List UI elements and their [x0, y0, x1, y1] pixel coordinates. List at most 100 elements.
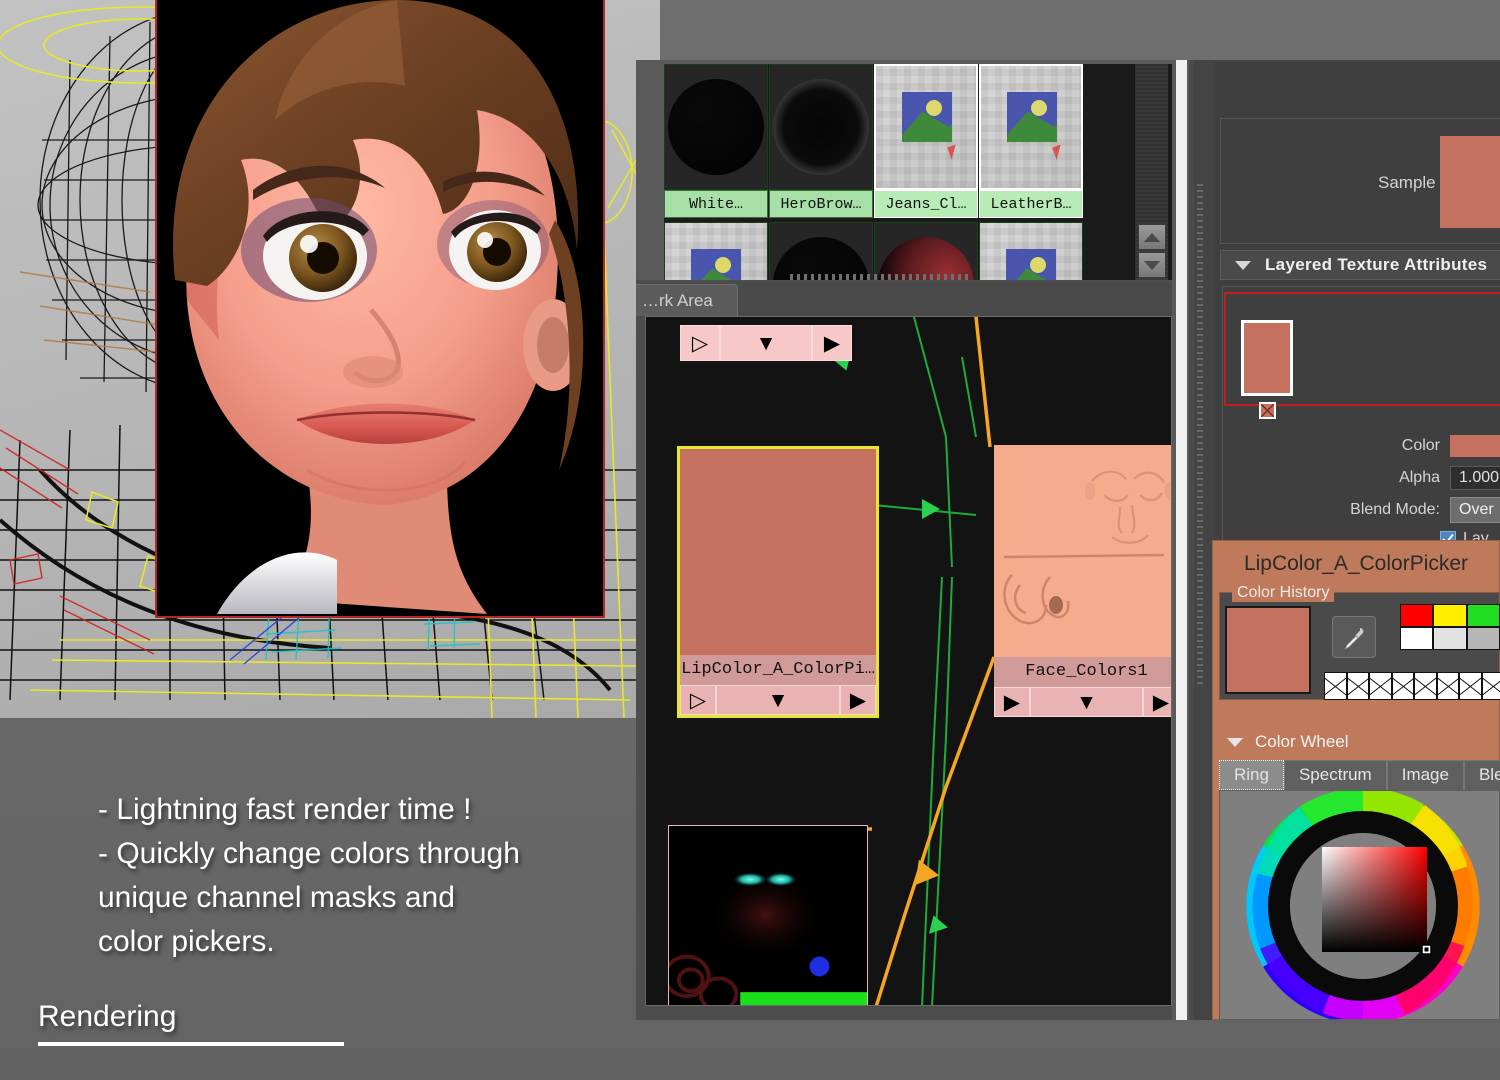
color-row[interactable]: Color [1330, 434, 1500, 458]
node-mask-texture[interactable] [668, 825, 868, 1005]
empty-swatch-x-icon[interactable] [1481, 672, 1500, 700]
tab-spectrum[interactable]: Spectrum [1283, 760, 1387, 790]
node-input-port-icon[interactable]: ▶ [812, 325, 852, 361]
color-history-legend: Color History [1232, 584, 1335, 602]
material-thumbnail[interactable] [664, 64, 768, 190]
material-swatch-cell[interactable]: LeatherB… [979, 64, 1083, 218]
palette-swatch[interactable] [1466, 604, 1500, 627]
eyedropper-icon[interactable] [1332, 616, 1376, 658]
material-name-label[interactable]: HeroBrow… [769, 190, 873, 218]
scroll-up-arrow-icon[interactable] [1138, 224, 1166, 250]
blend-mode-select[interactable]: Over [1450, 497, 1500, 523]
alpha-input[interactable]: 1.000 [1450, 466, 1500, 490]
color-swatch-field[interactable] [1450, 435, 1500, 457]
color-wheel-tabs[interactable]: RingSpectrumImageBle… [1219, 760, 1500, 790]
material-thumbnail[interactable] [874, 64, 978, 190]
tab-work-area[interactable]: …rk Area [636, 284, 738, 316]
cursor-icon [1052, 143, 1069, 160]
section-title: Layered Texture Attributes [1265, 255, 1488, 274]
slide-section-label: Rendering [38, 1000, 177, 1033]
collapse-arrow-down-icon[interactable]: ▼ [716, 685, 840, 715]
node-title: LipColor_A_ColorPi… [680, 655, 876, 685]
empty-swatch-x-icon[interactable] [1391, 672, 1414, 700]
blend-mode-label: Blend Mode: [1350, 501, 1440, 518]
node-face-colors1[interactable]: Face_Colors1 ▶ ▼ ▶ [994, 445, 1171, 717]
panel-divider-highlight [1176, 60, 1187, 1020]
material-swatch-cell[interactable] [664, 222, 768, 288]
material-thumbnail[interactable] [769, 64, 873, 190]
node-partial-top[interactable]: ▷ ▼ ▶ [680, 325, 852, 361]
material-swatch-cell[interactable]: Jeans_Cl… [874, 64, 978, 218]
empty-swatch-x-icon[interactable] [1436, 672, 1459, 700]
empty-color-slots[interactable] [1324, 672, 1500, 700]
material-thumbnail[interactable] [664, 222, 768, 288]
input-arrow-filled-icon[interactable]: ▶ [994, 687, 1030, 717]
material-swatch-cell[interactable]: White… [664, 64, 768, 218]
node-lipcolor-colorpicker[interactable]: LipColor_A_ColorPi… ▷ ▼ ▶ [677, 446, 879, 718]
output-arrow-filled-icon[interactable]: ▶ [1143, 687, 1171, 717]
node-swatch [680, 449, 876, 655]
node-title: Face_Colors1 [994, 657, 1171, 687]
color-wheel-pane[interactable] [1219, 790, 1500, 1020]
node-graph-canvas[interactable]: ▷ ▼ ▶ LipColor_A_ColorPi… ▷ ▼ ▶ Face_Col… [645, 316, 1172, 1006]
material-swatch-cell[interactable]: HeroBrow… [769, 64, 873, 218]
delete-x-icon[interactable] [1259, 402, 1276, 419]
scroll-down-arrow-icon[interactable] [1138, 252, 1166, 278]
sample-swatch[interactable] [1440, 136, 1500, 228]
material-thumbnail[interactable] [979, 222, 1083, 288]
palette-swatch[interactable] [1433, 627, 1467, 650]
empty-swatch-x-icon[interactable] [1324, 672, 1347, 700]
alpha-label: Alpha [1399, 469, 1440, 486]
empty-swatch-x-icon[interactable] [1459, 672, 1482, 700]
slide-bullet-line: color pickers. [98, 925, 275, 958]
caret-down-icon[interactable] [1235, 260, 1251, 270]
empty-swatch-x-icon[interactable] [1369, 672, 1392, 700]
palette-swatch[interactable] [1433, 604, 1467, 627]
material-preview-sphere [773, 79, 869, 175]
character-render [157, 0, 603, 614]
material-name-label[interactable]: White… [664, 190, 768, 218]
material-name-label[interactable]: Jeans_Cl… [874, 190, 978, 218]
alpha-row[interactable]: Alpha 1.000 [1330, 466, 1500, 490]
slide-bullets: - Lightning fast render time ! - Quickly … [98, 788, 638, 964]
material-swatch-cell[interactable] [979, 222, 1083, 288]
color-wheel-section-header[interactable]: Color Wheel [1219, 728, 1500, 756]
maya-viewport-panel[interactable] [0, 0, 660, 718]
tab-ring[interactable]: Ring [1219, 760, 1284, 790]
cursor-icon [947, 143, 964, 160]
slide-section-rule [38, 1042, 344, 1046]
material-name-label[interactable]: LeatherB… [979, 190, 1083, 218]
color-palette-swatches[interactable] [1400, 604, 1500, 650]
caret-down-icon[interactable] [1227, 737, 1243, 747]
layer-swatch[interactable] [1241, 320, 1293, 396]
color-picker-titlebar[interactable]: LipColor_A_ColorPicker [1212, 546, 1500, 582]
color-picker-title: LipColor_A_ColorPicker [1243, 552, 1469, 575]
node-collapse-icon[interactable]: ▼ [720, 325, 812, 361]
render-region[interactable] [155, 0, 605, 618]
material-thumbnail[interactable] [979, 64, 1083, 190]
node-ports[interactable]: ▶ ▼ ▶ [994, 687, 1171, 717]
current-color-swatch[interactable] [1225, 606, 1311, 694]
collapse-arrow-down-icon[interactable]: ▼ [1030, 687, 1143, 717]
slide-bullet-line: - Quickly change colors through [98, 837, 520, 870]
input-arrow-filled-icon[interactable]: ▶ [840, 685, 876, 715]
palette-swatch[interactable] [1466, 627, 1500, 650]
empty-swatch-x-icon[interactable] [1414, 672, 1437, 700]
output-arrow-outline-icon[interactable]: ▷ [680, 685, 716, 715]
material-swatch-row-1[interactable]: White… HeroBrow… Jeans_Cl… LeatherB… [664, 64, 1094, 220]
tab-image[interactable]: Image [1386, 760, 1464, 790]
material-preview-sphere [668, 79, 764, 175]
empty-swatch-x-icon[interactable] [1346, 672, 1369, 700]
hypershade-swatch-area[interactable]: White… HeroBrow… Jeans_Cl… LeatherB… [664, 64, 1184, 288]
layered-texture-attributes-header[interactable]: Layered Texture Attributes [1220, 250, 1500, 280]
tab-ble[interactable]: Ble… [1463, 760, 1500, 790]
hypershade-scrollbar[interactable] [1134, 64, 1168, 288]
node-ports[interactable]: ▷ ▼ ▶ [680, 685, 876, 715]
attribute-editor-grip[interactable] [1197, 184, 1203, 684]
palette-swatch[interactable] [1400, 604, 1434, 627]
slide-bullet-line: unique channel masks and [98, 881, 455, 914]
palette-swatch[interactable] [1400, 627, 1434, 650]
node-output-port-icon[interactable]: ▷ [680, 325, 720, 361]
blend-mode-row[interactable]: Blend Mode: Over [1318, 497, 1500, 523]
hue-ring-icon[interactable] [1238, 790, 1488, 1020]
